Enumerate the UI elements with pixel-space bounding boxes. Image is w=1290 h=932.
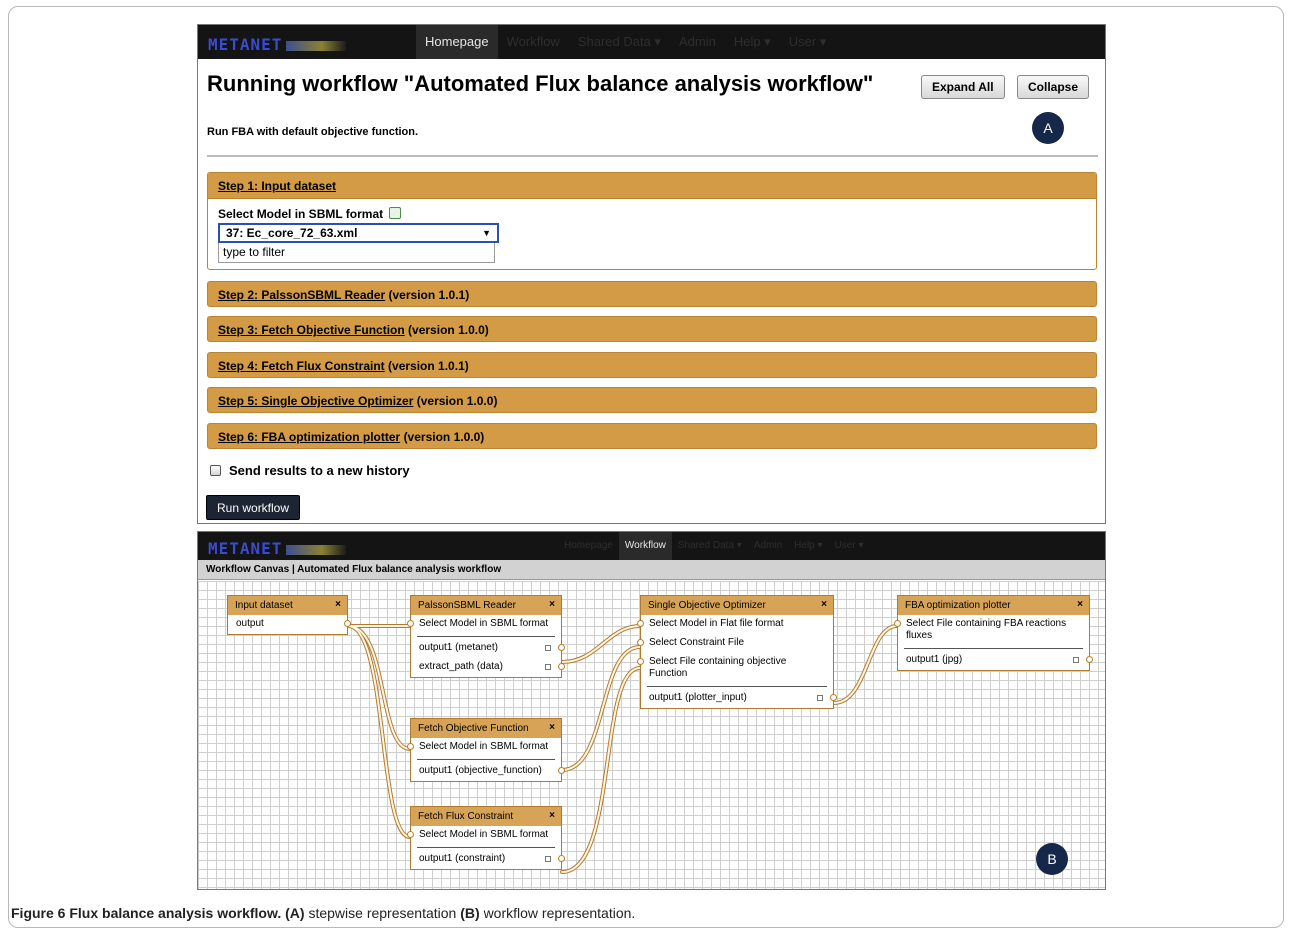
output-port[interactable] xyxy=(1086,656,1093,663)
page-title: Running workflow "Automated Flux balance… xyxy=(207,71,874,96)
new-history-option: Send results to a new history xyxy=(210,463,410,478)
panel-b-badge: B xyxy=(1036,843,1068,875)
node-output: extract_path (data) xyxy=(411,658,565,677)
node-output: output1 (constraint) xyxy=(411,850,565,869)
nav-user[interactable]: User ▾ xyxy=(780,25,836,59)
caption-a-text: stepwise representation xyxy=(308,905,457,921)
output-port[interactable] xyxy=(344,620,351,627)
node-title[interactable]: FBA optimization plotter xyxy=(898,596,1089,615)
figure-caption: Figure 6 Flux balance analysis workflow.… xyxy=(11,905,635,921)
node-input: Select Model in SBML format xyxy=(407,738,561,757)
node-palssonsbml-reader[interactable]: PalssonSBML Reader × Select Model in SBM… xyxy=(407,595,565,678)
node-input: Select Constraint File xyxy=(637,634,833,653)
top-navbar: METANET Homepage Workflow Shared Data ▾ … xyxy=(198,25,1105,59)
caption-a-mark: (A) xyxy=(285,905,305,921)
step-list: Step 2: PalssonSBML Reader (version 1.0.… xyxy=(207,281,1097,458)
close-icon[interactable]: × xyxy=(1077,599,1083,610)
node-input: Select File containing objective Functio… xyxy=(637,653,833,684)
input-port[interactable] xyxy=(637,658,644,665)
connection-wires xyxy=(346,624,899,874)
close-icon[interactable]: × xyxy=(335,599,341,610)
step-5-header[interactable]: Step 5: Single Objective Optimizer (vers… xyxy=(207,387,1097,414)
workflow-canvas-panel: METANET Homepage Workflow Shared Data ▾ … xyxy=(197,531,1106,890)
input-port[interactable] xyxy=(407,831,414,838)
node-input: Select Model in SBML format xyxy=(407,615,561,634)
divider xyxy=(207,155,1098,157)
input-port[interactable] xyxy=(637,620,644,627)
nav-workflow[interactable]: Workflow xyxy=(498,25,569,59)
dataset-icon[interactable] xyxy=(389,207,402,219)
step-1-link[interactable]: Step 1: Input dataset xyxy=(218,179,336,193)
node-title[interactable]: Fetch Objective Function xyxy=(411,719,561,738)
page-subtitle: Run FBA with default objective function. xyxy=(207,126,419,138)
node-fba-optimization-plotter[interactable]: FBA optimization plotter × Select File c… xyxy=(894,595,1093,671)
nav-menu: Homepage Workflow Shared Data ▾ Admin He… xyxy=(416,25,835,59)
node-single-objective-optimizer[interactable]: Single Objective Optimizer × Select Mode… xyxy=(637,595,837,709)
collapse-button[interactable]: Collapse xyxy=(1017,75,1090,99)
close-icon[interactable]: × xyxy=(821,599,827,610)
input-port[interactable] xyxy=(407,743,414,750)
node-title[interactable]: Fetch Flux Constraint xyxy=(411,807,561,826)
step-3-header[interactable]: Step 3: Fetch Objective Function (versio… xyxy=(207,316,1097,343)
node-output: output1 (jpg) xyxy=(898,651,1093,670)
input-port[interactable] xyxy=(407,620,414,627)
node-input: Select Model in SBML format xyxy=(407,826,561,845)
step-4-header[interactable]: Step 4: Fetch Flux Constraint (version 1… xyxy=(207,351,1097,378)
figure-title: Flux balance analysis workflow. xyxy=(69,905,282,921)
panel-a-badge: A xyxy=(1032,112,1064,144)
output-port[interactable] xyxy=(558,855,565,862)
node-output: output1 (plotter_input) xyxy=(641,689,837,708)
node-fetch-objective-function[interactable]: Fetch Objective Function × Select Model … xyxy=(407,718,565,782)
node-input: Select File containing FBA reactions flu… xyxy=(894,615,1089,646)
filter-input[interactable]: type to filter xyxy=(218,243,495,263)
node-output: output xyxy=(228,615,351,634)
node-fetch-flux-constraint[interactable]: Fetch Flux Constraint × Select Model in … xyxy=(407,806,565,870)
input-port[interactable] xyxy=(637,639,644,646)
step-1-header[interactable]: Step 1: Input dataset xyxy=(208,173,1096,199)
nav-help[interactable]: Help ▾ xyxy=(725,25,780,59)
expand-all-button[interactable]: Expand All xyxy=(921,75,1005,99)
input-port[interactable] xyxy=(894,620,901,627)
node-title[interactable]: Input dataset xyxy=(228,596,347,615)
new-history-checkbox[interactable] xyxy=(210,465,221,476)
step-2-header[interactable]: Step 2: PalssonSBML Reader (version 1.0.… xyxy=(207,281,1097,307)
step-6-header[interactable]: Step 6: FBA optimization plotter (versio… xyxy=(207,422,1097,449)
app-logo: METANET xyxy=(208,35,347,54)
caption-b-mark: (B) xyxy=(460,905,480,921)
caption-b-text: workflow representation. xyxy=(483,905,636,921)
nav-shared-data[interactable]: Shared Data ▾ xyxy=(569,25,670,59)
run-workflow-button[interactable]: Run workflow xyxy=(206,495,301,520)
nav-homepage[interactable]: Homepage xyxy=(416,25,498,59)
close-icon[interactable]: × xyxy=(549,599,555,610)
node-input: Select Model in Flat file format xyxy=(637,615,833,634)
figure-label: Figure 6 xyxy=(11,905,66,921)
output-port[interactable] xyxy=(830,694,837,701)
select-model-label: Select Model in SBML format xyxy=(218,207,402,221)
close-icon[interactable]: × xyxy=(549,722,555,733)
nav-admin[interactable]: Admin xyxy=(670,25,725,59)
node-output: output1 (objective_function) xyxy=(411,762,565,781)
stepwise-panel: METANET Homepage Workflow Shared Data ▾ … xyxy=(197,24,1106,524)
new-history-label: Send results to a new history xyxy=(229,463,410,478)
close-icon[interactable]: × xyxy=(549,810,555,821)
model-select[interactable]: 37: Ec_core_72_63.xml ▼ xyxy=(218,223,499,243)
output-port[interactable] xyxy=(558,767,565,774)
node-title[interactable]: PalssonSBML Reader xyxy=(411,596,561,615)
output-port[interactable] xyxy=(558,644,565,651)
output-port[interactable] xyxy=(558,663,565,670)
node-output: output1 (metanet) xyxy=(411,639,565,658)
node-title[interactable]: Single Objective Optimizer xyxy=(641,596,833,615)
step-1-panel: Step 1: Input dataset Select Model in SB… xyxy=(207,172,1097,270)
dropdown-arrow-icon: ▼ xyxy=(482,228,491,238)
node-input-dataset[interactable]: Input dataset × output xyxy=(227,595,351,635)
